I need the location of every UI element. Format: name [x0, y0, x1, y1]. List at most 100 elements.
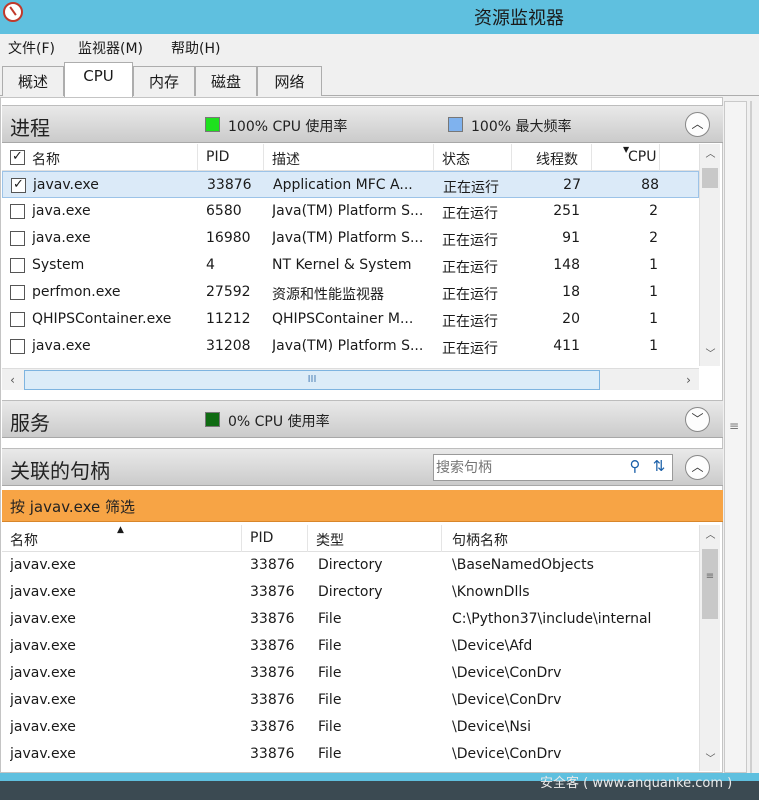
process-name: java.exe [32, 338, 91, 354]
handles-header[interactable]: 关联的句柄 ⚲ ⇅ ︿ [2, 448, 723, 486]
process-checkbox[interactable] [10, 258, 25, 273]
handle-process-name: javav.exe [10, 692, 76, 708]
tab-bar: 概述 CPU 内存 磁盘 网络 [0, 62, 759, 97]
handle-type: File [318, 665, 342, 681]
process-checkbox[interactable] [10, 204, 25, 219]
process-row[interactable]: java.exe 31208 Java(TM) Platform S... 正在运行 4… [2, 333, 699, 360]
column-header-threads[interactable]: 线程数 [512, 144, 592, 171]
tab-cpu[interactable]: CPU [64, 62, 133, 97]
handle-row[interactable]: javav.exe 33876 Directory \BaseNamedObjects [2, 552, 699, 579]
process-checkbox[interactable]: ✓ [11, 178, 26, 193]
search-icon[interactable]: ⚲ [624, 457, 646, 478]
resource-monitor-icon [3, 2, 23, 22]
search-handles-input[interactable] [436, 457, 624, 478]
handle-row[interactable]: javav.exe 33876 Directory \KnownDlls [2, 579, 699, 606]
handle-row[interactable]: javav.exe 33876 File C:\Python37\include\in… [2, 606, 699, 633]
processes-table: 名称 ✓ PID 描述 状态 线程数 CPU ▼ ✓ javav.exe 33876… [2, 144, 699, 366]
handle-pid: 33876 [250, 746, 295, 762]
process-name: System [32, 257, 85, 273]
process-description: Java(TM) Platform S... [272, 230, 424, 246]
process-checkbox[interactable] [10, 339, 25, 354]
process-cpu: 1 [649, 311, 658, 327]
column-header-description[interactable]: 描述 [264, 144, 434, 171]
tab-network[interactable]: 网络 [257, 66, 322, 96]
handle-name: \BaseNamedObjects [452, 557, 594, 573]
splitter-grip-icon[interactable]: ≡ [729, 419, 739, 433]
process-status: 正在运行 [442, 206, 498, 222]
process-checkbox[interactable] [10, 312, 25, 327]
services-header[interactable]: 服务 0% CPU 使用率 ﹀ [2, 400, 723, 438]
handle-type: File [318, 719, 342, 735]
charts-pane-splitter[interactable]: ≡ [724, 101, 748, 773]
process-checkbox[interactable] [10, 285, 25, 300]
process-threads: 251 [553, 203, 580, 219]
handle-pid: 33876 [250, 665, 295, 681]
filter-label: 按 javav.exe 筛选 [10, 498, 136, 516]
process-pid: 27592 [206, 284, 251, 300]
process-cpu: 1 [649, 338, 658, 354]
process-threads: 411 [553, 338, 580, 354]
process-pid: 31208 [206, 338, 251, 354]
handle-row[interactable]: javav.exe 33876 File \Device\ConDrv [2, 660, 699, 687]
process-name: QHIPSContainer.exe [32, 311, 172, 327]
process-row[interactable]: java.exe 16980 Java(TM) Platform S... 正在运行 9… [2, 225, 699, 252]
process-row[interactable]: ✓ javav.exe 33876 Application MFC A... 正在运行 2… [2, 171, 699, 198]
handles-column-pid[interactable]: PID [242, 525, 308, 552]
cpu-panel: 进程 100% CPU 使用率 100% 最大频率 ︿ 名称 ✓ PID 描述 … [0, 97, 723, 773]
process-row[interactable]: java.exe 6580 Java(TM) Platform S... 正在运行 25… [2, 198, 699, 225]
column-header-status[interactable]: 状态 [434, 144, 512, 171]
scroll-down-arrow-icon[interactable]: ﹀ [700, 344, 721, 366]
handle-row[interactable]: javav.exe 33876 File \Device\Nsi [2, 714, 699, 741]
handle-row[interactable]: javav.exe 33876 File \Device\Afd [2, 633, 699, 660]
menu-help[interactable]: 帮助(H) [171, 38, 220, 58]
scroll-left-arrow-icon[interactable]: ‹ [2, 369, 23, 391]
processes-vertical-scrollbar[interactable]: ︿ ﹀ [699, 144, 720, 366]
menu-monitor[interactable]: 监视器(M) [78, 38, 143, 58]
handle-row[interactable]: javav.exe 33876 File \Device\ConDrv [2, 687, 699, 714]
refresh-search-icon[interactable]: ⇅ [648, 457, 670, 478]
handles-column-handle-name[interactable]: 句柄名称 [442, 525, 699, 552]
process-name: java.exe [32, 203, 91, 219]
handle-type: File [318, 611, 342, 627]
process-row[interactable]: QHIPSContainer.exe 11212 QHIPSContainer M.… [2, 306, 699, 333]
processes-horizontal-scrollbar[interactable]: ‹ III › [2, 368, 699, 390]
scroll-up-arrow-icon[interactable]: ︿ [700, 144, 721, 166]
process-description: Java(TM) Platform S... [272, 338, 424, 354]
scroll-right-arrow-icon[interactable]: › [678, 369, 699, 391]
process-pid: 11212 [206, 311, 251, 327]
collapse-processes-button[interactable]: ︿ [685, 112, 710, 137]
handles-column-type[interactable]: 类型 [308, 525, 442, 552]
expand-services-button[interactable]: ﹀ [685, 407, 710, 432]
column-header-pid[interactable]: PID [198, 144, 264, 171]
handle-row[interactable]: javav.exe 33876 File \Device\ConDrv [2, 741, 699, 768]
process-pid: 6580 [206, 203, 242, 219]
watermark: 安全客 ( www.anquanke.com ) [540, 776, 733, 791]
column-header-name[interactable]: 名称 [2, 144, 198, 171]
handle-type: Directory [318, 557, 383, 573]
title-bar: 资源监视器 [0, 0, 759, 34]
handle-pid: 33876 [250, 719, 295, 735]
handles-scroll-thumb[interactable]: ≡ [702, 549, 718, 619]
process-threads: 148 [553, 257, 580, 273]
handles-vertical-scrollbar[interactable]: ︿ ≡ ﹀ [699, 525, 720, 771]
tab-disk[interactable]: 磁盘 [195, 66, 257, 96]
menu-file[interactable]: 文件(F) [8, 38, 55, 58]
handle-type: File [318, 692, 342, 708]
tab-memory[interactable]: 内存 [133, 66, 195, 96]
processes-header[interactable]: 进程 100% CPU 使用率 100% 最大频率 ︿ [2, 105, 723, 143]
process-row[interactable]: System 4 NT Kernel & System 正在运行 148 1 [2, 252, 699, 279]
scroll-thumb[interactable] [702, 168, 718, 188]
handles-scroll-up-arrow-icon[interactable]: ︿ [700, 525, 721, 547]
handle-name: \Device\ConDrv [452, 746, 562, 762]
process-row[interactable]: perfmon.exe 27592 资源和性能监视器 正在运行 18 1 [2, 279, 699, 306]
process-checkbox[interactable] [10, 231, 25, 246]
tab-overview[interactable]: 概述 [2, 66, 64, 96]
process-description: Java(TM) Platform S... [272, 203, 424, 219]
process-description: Application MFC A... [273, 177, 413, 193]
handles-table-header: 名称 ▲ PID 类型 句柄名称 [2, 525, 699, 552]
handles-scroll-down-arrow-icon[interactable]: ﹀ [700, 749, 721, 771]
select-all-checkbox[interactable]: ✓ [10, 150, 25, 165]
collapse-handles-button[interactable]: ︿ [685, 455, 710, 480]
handle-process-name: javav.exe [10, 584, 76, 600]
horizontal-scroll-thumb[interactable]: III [24, 370, 600, 390]
